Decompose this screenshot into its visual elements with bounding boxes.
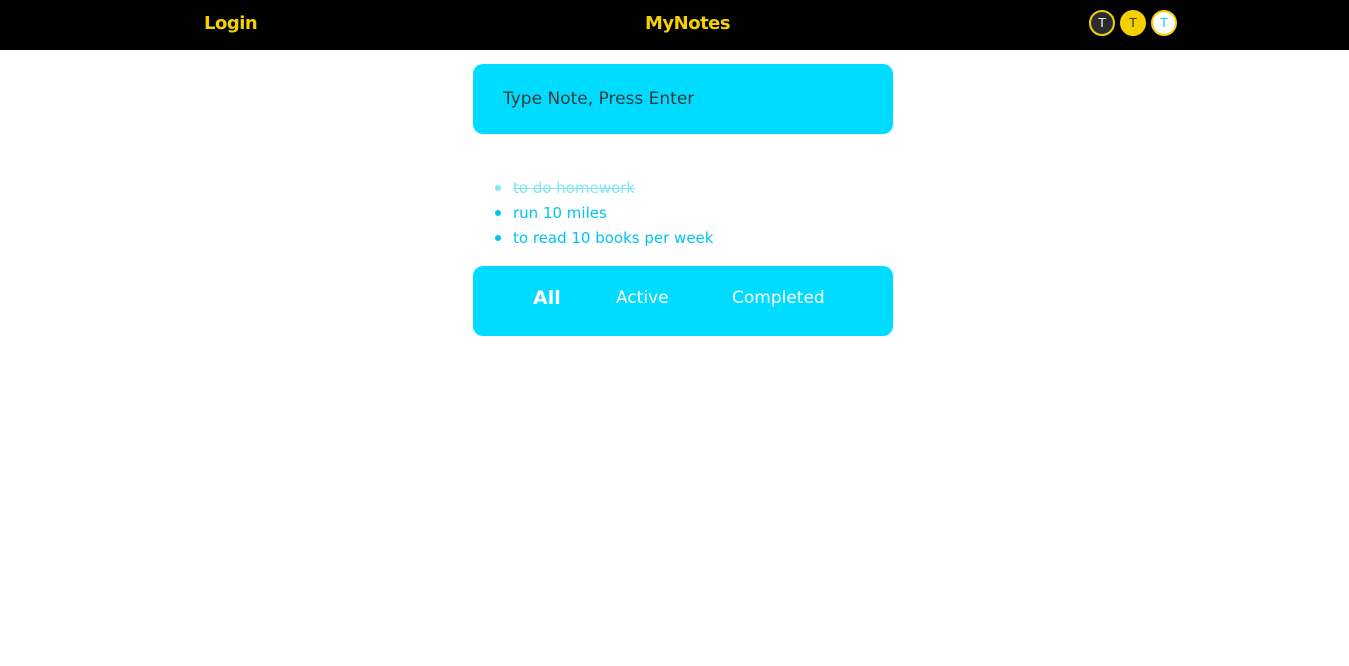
note-item[interactable]: run 10 miles xyxy=(495,201,713,226)
note-item[interactable]: to read 10 books per week xyxy=(495,226,713,251)
bullet-icon xyxy=(495,235,501,241)
filter-active-button[interactable]: Active xyxy=(616,288,669,308)
login-link[interactable]: Login xyxy=(204,13,258,34)
filter-all-button[interactable]: All xyxy=(533,287,561,309)
notes-list: to do homework run 10 miles to read 10 b… xyxy=(495,176,713,251)
note-text: to do homework xyxy=(513,179,636,197)
note-input[interactable] xyxy=(503,86,863,112)
filter-completed-button[interactable]: Completed xyxy=(732,288,825,308)
theme-light-button[interactable]: T xyxy=(1151,10,1177,36)
bullet-icon xyxy=(495,210,501,216)
theme-yellow-button[interactable]: T xyxy=(1120,10,1146,36)
theme-dark-button[interactable]: T xyxy=(1089,10,1115,36)
note-item[interactable]: to do homework xyxy=(495,176,713,201)
top-navbar: Login MyNotes T T T xyxy=(0,0,1349,50)
theme-switcher: T T T xyxy=(1089,10,1177,36)
app-title: MyNotes xyxy=(645,13,731,34)
bullet-icon xyxy=(495,185,501,191)
note-text: to read 10 books per week xyxy=(513,229,714,247)
note-input-container xyxy=(473,64,893,134)
note-text: run 10 miles xyxy=(513,204,607,222)
filter-bar: All Active Completed xyxy=(473,266,893,336)
